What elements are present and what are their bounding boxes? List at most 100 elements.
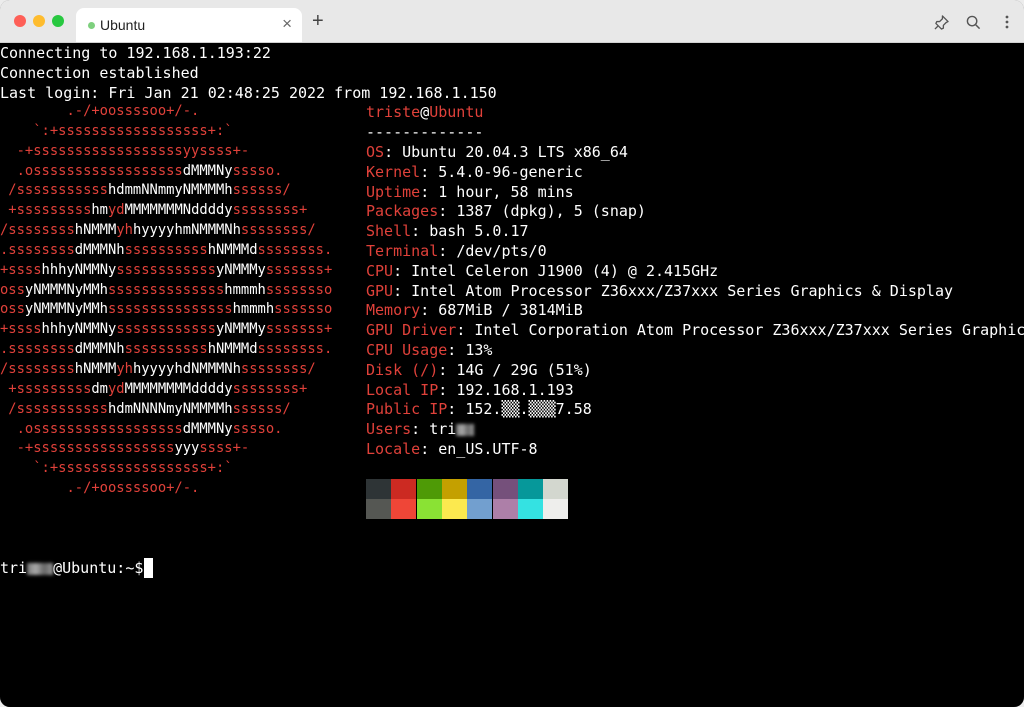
info-row: GPU: Intel Atom Processor Z36xxx/Z37xxx … bbox=[366, 281, 953, 301]
logo-segment: sssso. bbox=[232, 162, 283, 179]
color-swatch bbox=[366, 499, 391, 519]
zoom-window-button[interactable] bbox=[52, 15, 64, 27]
logo-segment: +sssssssss bbox=[0, 202, 92, 219]
ssh-connecting-line: Connecting to 192.168.1.193:22 bbox=[0, 44, 271, 62]
info-key: Kernel bbox=[366, 162, 421, 181]
pin-icon[interactable] bbox=[932, 13, 950, 31]
color-swatch bbox=[517, 479, 543, 499]
shell-prompt: tri @Ubuntu:~$ bbox=[0, 558, 143, 578]
logo-segment: ssssssssss bbox=[124, 341, 208, 358]
tab-close-icon[interactable]: × bbox=[282, 14, 292, 34]
logo-line: ossyNMMMNyMMhsssssssssssssshmmmhssssssso bbox=[0, 281, 332, 301]
terminal-cursor bbox=[144, 558, 153, 578]
info-value: Intel Celeron J1900 (4) @ 2.415GHz bbox=[411, 261, 719, 280]
logo-segment: +ssss bbox=[0, 261, 42, 278]
logo-segment: /ssssssss bbox=[0, 360, 75, 377]
info-row: Packages: 1387 (dpkg), 5 (snap) bbox=[366, 201, 646, 221]
info-value: 13% bbox=[465, 341, 493, 359]
logo-segment: ssssssso bbox=[265, 281, 333, 298]
tab-ubuntu[interactable]: Ubuntu × bbox=[76, 8, 302, 42]
logo-segment: hNMMMd bbox=[207, 341, 258, 358]
logo-segment: ssssssss+ bbox=[232, 202, 308, 219]
info-row: Shell: bash 5.0.17 bbox=[366, 221, 529, 241]
logo-line: .-/+oossssoo+/-. bbox=[0, 479, 332, 499]
info-row: Uptime: 1 hour, 58 mins bbox=[366, 182, 574, 202]
info-key: Users bbox=[366, 420, 412, 439]
logo-segment: .ossssssssssssssssss bbox=[0, 162, 183, 179]
info-colon: : bbox=[393, 281, 412, 300]
logo-line: .ssssssssdMMMNhsssssssssshNMMMdssssssss. bbox=[0, 340, 332, 360]
logo-segment: MMMMMMMNddddy bbox=[124, 202, 233, 219]
logo-segment: .-/+oossssoo+/-. bbox=[0, 480, 200, 497]
logo-segment: ssssssssss bbox=[124, 241, 208, 258]
color-swatch bbox=[441, 499, 467, 519]
logo-segment: ssssssssssssss bbox=[108, 281, 225, 298]
info-key: Uptime bbox=[366, 182, 421, 201]
info-key: CPU Usage bbox=[366, 341, 448, 359]
logo-segment: hNMMM bbox=[74, 222, 117, 239]
info-colon: : bbox=[456, 321, 475, 340]
info-row: Users: tri bbox=[366, 419, 475, 439]
logo-segment: ssssssss+ bbox=[232, 380, 308, 397]
logo-line: /sssssssshNMMMyhhyyyyhmNMMMNhssssssss/ bbox=[0, 221, 332, 241]
ubuntu-ascii-logo: .-/+oossssoo+/-. `:+ssssssssssssssssss+:… bbox=[0, 102, 332, 499]
user-host-header: triste@Ubuntu bbox=[366, 102, 483, 122]
logo-segment: +sssssssss bbox=[0, 380, 92, 397]
logo-line: +ssssssssshmydMMMMMMMNddddyssssssss+ bbox=[0, 201, 332, 221]
logo-segment: -+ssssssssssssssssssyyssss+- bbox=[0, 142, 250, 159]
info-value: tri bbox=[429, 420, 457, 439]
tab-status-icon bbox=[88, 22, 95, 29]
color-swatch bbox=[492, 479, 518, 499]
logo-segment: yNMMMNyMMh bbox=[24, 301, 108, 318]
info-key: Shell bbox=[366, 222, 412, 241]
color-swatch bbox=[517, 499, 543, 519]
color-swatch bbox=[467, 479, 493, 499]
color-swatch bbox=[492, 499, 518, 519]
terminal-output[interactable]: Connecting to 192.168.1.193:22 Connectio… bbox=[0, 43, 1024, 707]
logo-segment: ssss+- bbox=[199, 440, 250, 457]
color-swatch bbox=[391, 499, 417, 519]
logo-line: +sssssssssdmydMMMMMMMMddddyssssssss+ bbox=[0, 380, 332, 400]
new-tab-button[interactable]: + bbox=[312, 10, 324, 32]
search-icon[interactable] bbox=[964, 13, 982, 31]
logo-segment: dMMMNh bbox=[74, 241, 125, 258]
info-colon: : bbox=[420, 182, 439, 201]
logo-segment: oss bbox=[0, 301, 25, 318]
logo-segment: hNMMM bbox=[74, 360, 117, 377]
more-icon[interactable] bbox=[998, 13, 1016, 31]
logo-segment: .ssssssss bbox=[0, 341, 75, 358]
logo-segment: hhhyNMMNy bbox=[41, 261, 117, 278]
logo-segment: yd bbox=[108, 380, 125, 397]
logo-segment: MMMMMMMMddddy bbox=[124, 380, 233, 397]
logo-segment: /sssssssssss bbox=[0, 182, 108, 199]
info-colon: : bbox=[411, 420, 430, 439]
logo-segment: ssssssss/ bbox=[240, 360, 316, 377]
info-value: 14G / 29G (51%) bbox=[456, 360, 592, 379]
minimize-window-button[interactable] bbox=[33, 15, 45, 27]
close-window-button[interactable] bbox=[14, 15, 26, 27]
logo-line: `:+ssssssssssssssssss+:` bbox=[0, 122, 332, 142]
info-colon: : bbox=[438, 202, 457, 221]
info-value: 1 hour, 58 mins bbox=[438, 182, 574, 201]
logo-segment: ssssss/ bbox=[232, 400, 291, 417]
info-row: CPU Usage: 13% bbox=[366, 340, 492, 360]
logo-line: .ossssssssssssssssssdMMMNysssso. bbox=[0, 162, 332, 182]
logo-line: /ssssssssssshdmmNNmmyNMMMMhssssss/ bbox=[0, 181, 332, 201]
info-value: Intel Corporation Atom Processor Z36xxx/… bbox=[474, 321, 1024, 340]
info-colon: : bbox=[420, 440, 439, 458]
logo-line: -+ssssssssssssssssssyyssss+- bbox=[0, 142, 332, 162]
at-sign: @ bbox=[420, 103, 430, 121]
info-value: en_US.UTF-8 bbox=[438, 440, 538, 458]
logo-segment: ssssssssssss bbox=[116, 321, 216, 338]
info-colon: : bbox=[438, 380, 457, 399]
logo-segment: hmmmh bbox=[224, 281, 266, 298]
logo-segment: .-/+oossssoo+/-. bbox=[0, 103, 200, 119]
color-swatch bbox=[441, 479, 467, 499]
logo-segment: dm bbox=[91, 380, 108, 397]
info-key: GPU bbox=[366, 281, 394, 300]
tab-title: Ubuntu bbox=[100, 17, 146, 33]
logo-segment: +ssss bbox=[0, 321, 42, 338]
info-value: 192.168.1.193 bbox=[456, 380, 574, 399]
info-row: Locale: en_US.UTF-8 bbox=[366, 439, 538, 459]
info-value: Intel Atom Processor Z36xxx/Z37xxx Serie… bbox=[411, 281, 954, 300]
